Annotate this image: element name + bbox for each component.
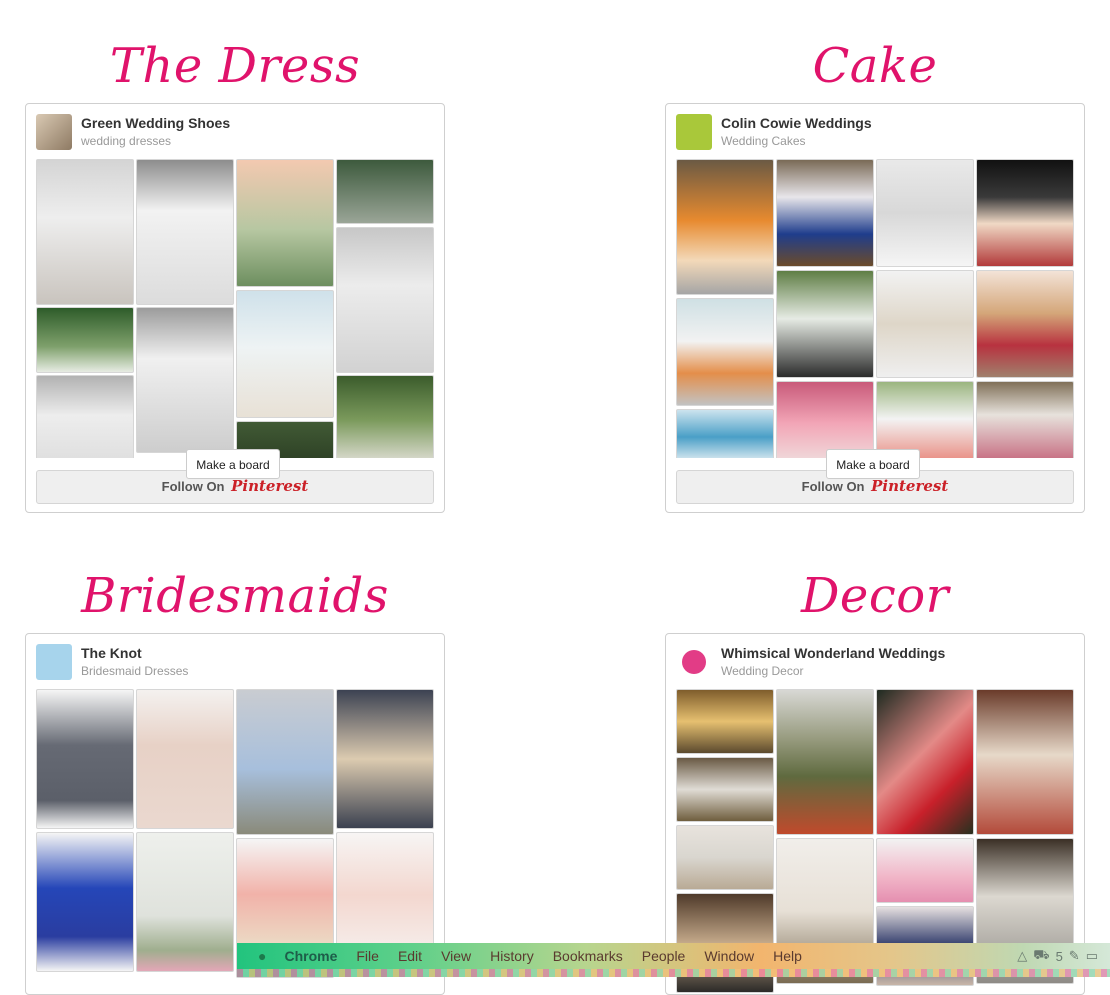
section-bridesmaids-dresses: Bridesmaids Dresses The Knot Bridesmaid … bbox=[25, 566, 445, 995]
pin-image[interactable] bbox=[776, 270, 874, 378]
google-drive-icon[interactable]: △ bbox=[1017, 948, 1027, 964]
section-heading: Cake bbox=[812, 38, 938, 94]
pin-image[interactable] bbox=[236, 290, 334, 418]
whimsical-logo-icon bbox=[682, 650, 706, 674]
pin-image[interactable] bbox=[876, 381, 974, 458]
pin-image[interactable] bbox=[676, 409, 774, 458]
avatar[interactable] bbox=[676, 114, 712, 150]
pin-image[interactable] bbox=[876, 689, 974, 835]
pin-image[interactable] bbox=[676, 825, 774, 890]
pin-image[interactable] bbox=[336, 375, 434, 458]
section-heading: Bridesmaids Dresses bbox=[81, 568, 389, 684]
pin-image[interactable] bbox=[976, 159, 1074, 267]
cart-badge: 5 bbox=[1055, 948, 1063, 964]
pin-image[interactable] bbox=[136, 307, 234, 453]
pin-image[interactable] bbox=[336, 689, 434, 829]
apple-logo-icon[interactable]: ● bbox=[258, 948, 266, 964]
pin-grid bbox=[676, 159, 1074, 458]
pin-image[interactable] bbox=[36, 307, 134, 373]
pin-image[interactable] bbox=[36, 375, 134, 458]
pin-image[interactable] bbox=[136, 159, 234, 305]
section-cake: Cake Colin Cowie Weddings Wedding Cakes … bbox=[665, 36, 1085, 513]
menu-edit[interactable]: Edit bbox=[398, 948, 422, 964]
menu-history[interactable]: History bbox=[490, 948, 534, 964]
pin-image[interactable] bbox=[136, 689, 234, 829]
menu-view[interactable]: View bbox=[441, 948, 471, 964]
pin-grid bbox=[36, 159, 434, 458]
pinterest-board-widget: The Knot Bridesmaid Dresses bbox=[25, 633, 445, 995]
pin-image[interactable] bbox=[136, 832, 234, 972]
pin-image[interactable] bbox=[676, 298, 774, 406]
pin-image[interactable] bbox=[336, 159, 434, 224]
menu-bar-status-icons: △ ⛟ 5 ✎ ▭ bbox=[1017, 947, 1098, 965]
board-name[interactable]: Bridesmaid Dresses bbox=[81, 664, 188, 678]
section-decor: Decor Whimsical Wonderland Weddings Wedd… bbox=[665, 566, 1085, 995]
menu-file[interactable]: File bbox=[356, 948, 379, 964]
pin-image[interactable] bbox=[776, 381, 874, 458]
board-user-name[interactable]: Colin Cowie Weddings bbox=[721, 115, 872, 131]
pin-image[interactable] bbox=[36, 689, 134, 829]
pin-image[interactable] bbox=[976, 270, 1074, 378]
avatar[interactable] bbox=[36, 114, 72, 150]
pin-image[interactable] bbox=[776, 159, 874, 267]
pin-image[interactable] bbox=[676, 757, 774, 822]
macos-menu-bar: ● Chrome File Edit View History Bookmark… bbox=[237, 943, 1110, 977]
menu-people[interactable]: People bbox=[642, 948, 686, 964]
pin-image[interactable] bbox=[36, 832, 134, 972]
pin-image[interactable] bbox=[676, 689, 774, 754]
board-name[interactable]: Wedding Cakes bbox=[721, 134, 806, 148]
section-the-dress: The Dress Green Wedding Shoes wedding dr… bbox=[25, 36, 445, 513]
board-header[interactable]: Colin Cowie Weddings Wedding Cakes bbox=[666, 104, 1084, 160]
pin-image[interactable] bbox=[876, 270, 974, 378]
pin-image[interactable] bbox=[776, 689, 874, 835]
pin-image[interactable] bbox=[236, 689, 334, 835]
menu-bar-items: ● Chrome File Edit View History Bookmark… bbox=[237, 943, 821, 968]
wallpaper-strip bbox=[237, 969, 1110, 977]
board-header[interactable]: Whimsical Wonderland Weddings Wedding De… bbox=[666, 634, 1084, 690]
board-user-name[interactable]: Green Wedding Shoes bbox=[81, 115, 230, 131]
make-a-board-button[interactable]: Make a board bbox=[826, 449, 920, 479]
shopping-cart-icon[interactable]: ⛟ bbox=[1033, 947, 1049, 965]
pin-image[interactable] bbox=[876, 838, 974, 903]
board-user-name[interactable]: The Knot bbox=[81, 645, 142, 661]
menu-bookmarks[interactable]: Bookmarks bbox=[553, 948, 623, 964]
pin-image[interactable] bbox=[876, 159, 974, 267]
pinterest-board-widget: Whimsical Wonderland Weddings Wedding De… bbox=[665, 633, 1085, 995]
pin-image[interactable] bbox=[976, 689, 1074, 835]
follow-label: Follow On bbox=[161, 479, 225, 494]
menu-window[interactable]: Window bbox=[704, 948, 754, 964]
evernote-icon[interactable]: ✎ bbox=[1069, 948, 1080, 964]
board-name[interactable]: wedding dresses bbox=[81, 134, 171, 148]
make-a-board-button[interactable]: Make a board bbox=[186, 449, 280, 479]
follow-label: Follow On bbox=[801, 479, 865, 494]
menu-app-name[interactable]: Chrome bbox=[284, 948, 337, 964]
section-heading: Decor bbox=[800, 568, 950, 624]
pin-image[interactable] bbox=[976, 381, 1074, 458]
menu-help[interactable]: Help bbox=[773, 948, 802, 964]
board-header[interactable]: The Knot Bridesmaid Dresses bbox=[26, 634, 444, 690]
board-header[interactable]: Green Wedding Shoes wedding dresses bbox=[26, 104, 444, 160]
board-user-name[interactable]: Whimsical Wonderland Weddings bbox=[721, 645, 945, 661]
pin-image[interactable] bbox=[236, 159, 334, 287]
pin-image[interactable] bbox=[36, 159, 134, 305]
section-heading: The Dress bbox=[109, 38, 361, 94]
pin-image[interactable] bbox=[336, 227, 434, 373]
pin-image[interactable] bbox=[676, 159, 774, 295]
avatar[interactable] bbox=[676, 644, 712, 680]
airplay-icon[interactable]: ▭ bbox=[1086, 948, 1098, 964]
avatar[interactable] bbox=[36, 644, 72, 680]
board-name[interactable]: Wedding Decor bbox=[721, 664, 804, 678]
